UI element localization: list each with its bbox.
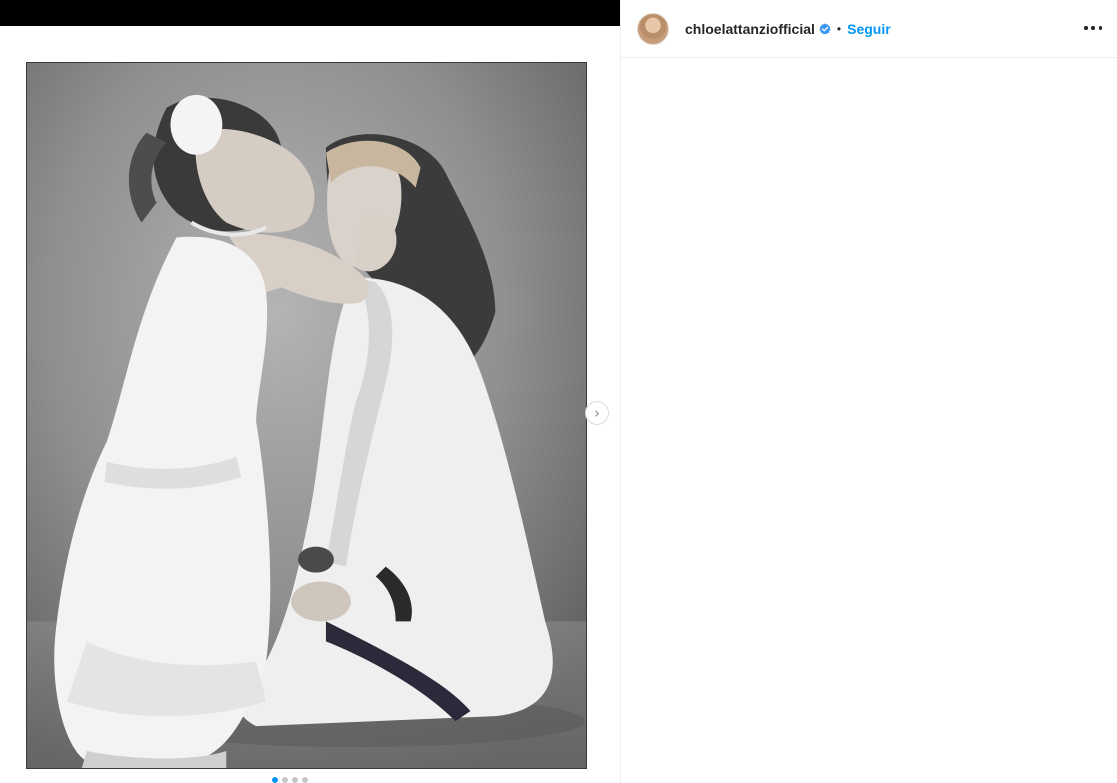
- carousel-dots: [272, 777, 308, 783]
- post-sidebar: chloelattanziofficial • Seguir: [620, 0, 1117, 783]
- carousel-dot: [302, 777, 308, 783]
- post-header: chloelattanziofficial • Seguir: [621, 0, 1117, 58]
- verified-badge-icon: [819, 22, 831, 34]
- username-link[interactable]: chloelattanziofficial: [685, 21, 815, 37]
- media-pane: ›: [0, 0, 620, 783]
- chevron-right-icon: ›: [594, 403, 600, 422]
- more-options-button[interactable]: [1084, 19, 1102, 37]
- carousel-dot: [282, 777, 288, 783]
- follow-button[interactable]: Seguir: [847, 21, 891, 37]
- more-horizontal-icon: [1084, 26, 1088, 30]
- carousel-next-button[interactable]: ›: [585, 401, 609, 425]
- top-bar: [0, 0, 620, 26]
- avatar[interactable]: [637, 12, 669, 45]
- black-and-white-photo: [27, 63, 586, 768]
- carousel-dot: [292, 777, 298, 783]
- more-horizontal-icon: [1091, 26, 1095, 30]
- post-photo[interactable]: [26, 62, 587, 769]
- more-horizontal-icon: [1098, 26, 1102, 30]
- separator-dot: •: [836, 21, 842, 36]
- carousel-dot: [272, 777, 278, 783]
